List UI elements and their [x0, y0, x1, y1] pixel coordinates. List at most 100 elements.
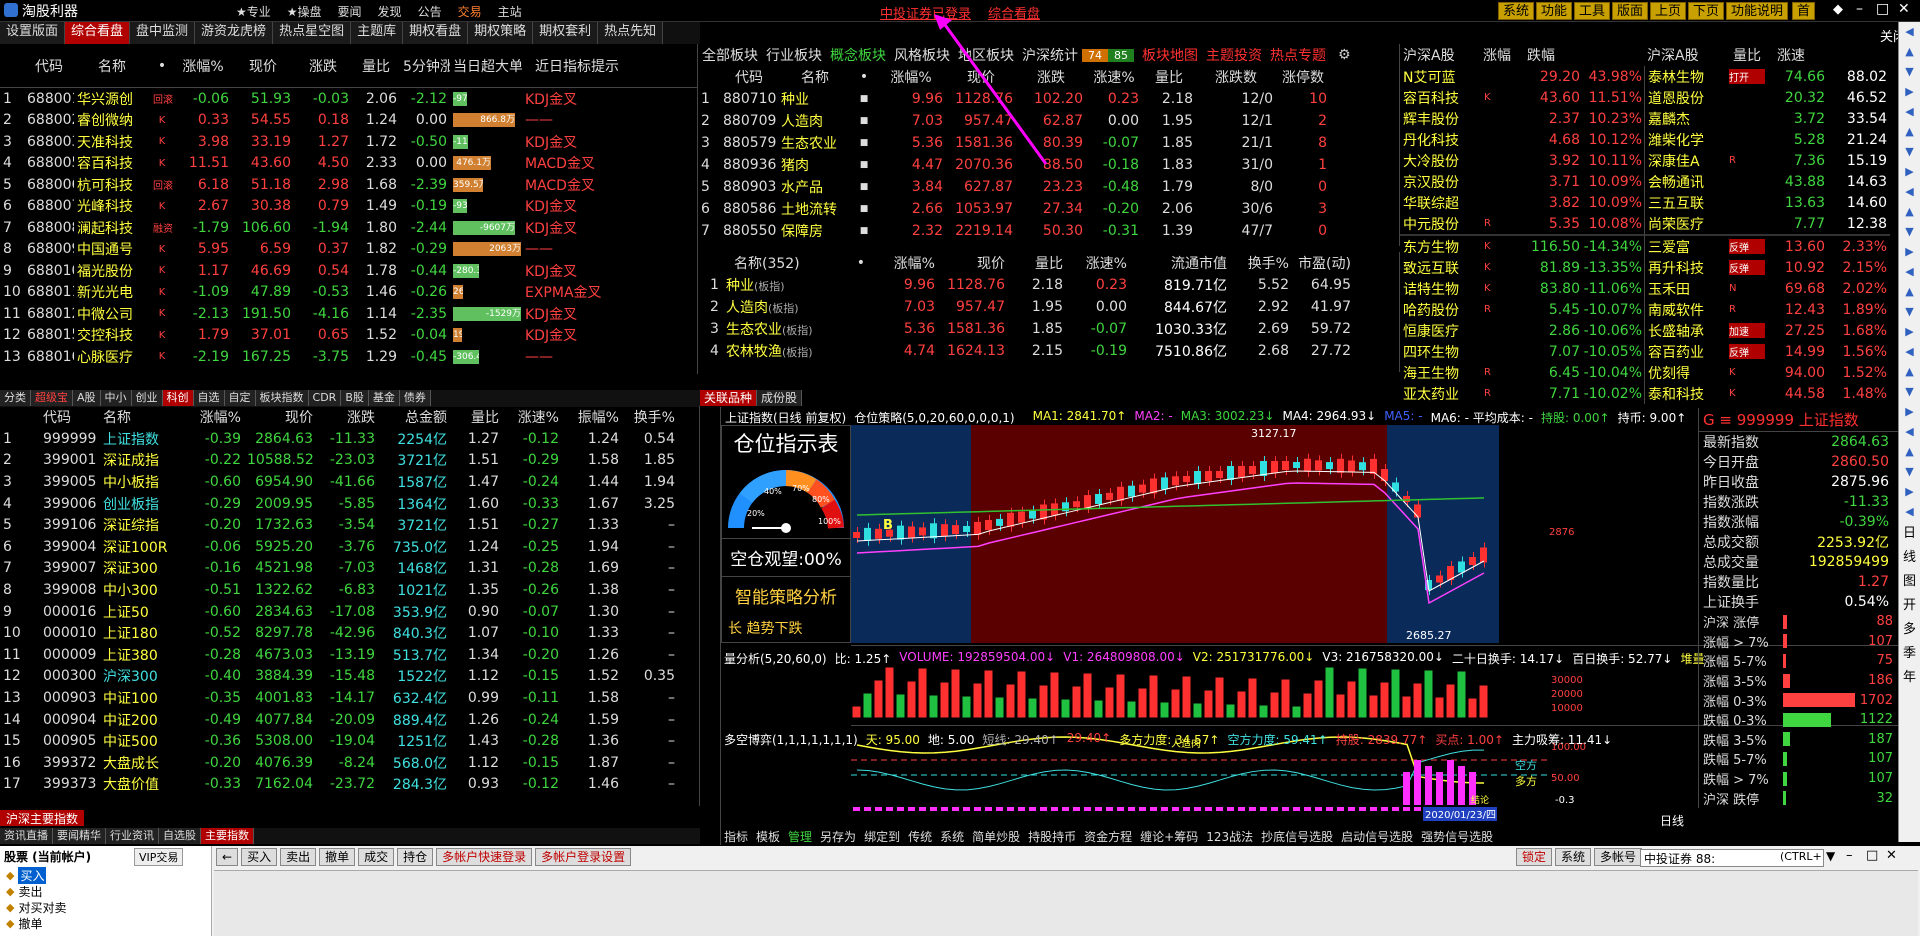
side-tool-label[interactable]: 日 — [1899, 522, 1920, 546]
indicator-tool[interactable]: 简单炒股 — [972, 828, 1020, 844]
title-menu-item[interactable]: 交易 — [458, 3, 482, 20]
side-tool-icon[interactable]: ◀ — [1899, 262, 1920, 282]
table-row[interactable]: 5 399106 深证综指 -0.20 1732.63 -3.54 3721亿 1.51 -0.… — [0, 514, 699, 536]
side-tool-icon[interactable]: ▼ — [1899, 142, 1920, 162]
close-icon[interactable]: ✕ — [1898, 1, 1910, 17]
trade-right-button[interactable]: 锁定 — [1516, 848, 1553, 866]
vip-trade-button[interactable]: VIP交易 — [134, 848, 184, 866]
table-row[interactable]: 1 999999 上证指数 -0.39 2864.63 -11.33 2254亿 1.27 -0… — [0, 428, 699, 450]
side-tool-icon[interactable]: ◀ — [1899, 102, 1920, 122]
side-tool-label[interactable]: 季 — [1899, 642, 1920, 666]
ranking-row[interactable]: 京汉股份 3.71 10.09% — [1400, 171, 1644, 192]
column-header[interactable]: 涨速% — [1066, 253, 1130, 273]
trade-right-button[interactable]: 多帐号 — [1594, 848, 1643, 866]
column-header[interactable]: 涨跌数 — [1196, 67, 1276, 87]
trade-close-icon[interactable]: ✕ — [1886, 848, 1897, 863]
trade-right-button[interactable]: 系统 — [1555, 848, 1592, 866]
indicator-tool[interactable]: 持股持币 — [1028, 828, 1076, 844]
trade-button[interactable]: 卖出 — [280, 848, 317, 866]
main-tab[interactable]: 设置版面 — [0, 22, 66, 44]
category-tab[interactable]: B股 — [341, 390, 369, 406]
category-tab[interactable]: A股 — [73, 390, 101, 406]
trade-tree-item[interactable]: ◆ 买入 — [0, 866, 211, 884]
side-tool-label[interactable]: 图 — [1899, 570, 1920, 594]
column-header[interactable]: 当日超大单 — [450, 56, 522, 76]
main-tab[interactable]: 游资龙虎榜 — [195, 22, 274, 44]
sector-tab[interactable]: 行业板块 — [762, 45, 826, 65]
news-tab[interactable]: 主要指数 — [201, 828, 254, 844]
ranking-row[interactable]: 恒康医疗 2.86 -10.06% — [1400, 320, 1644, 341]
column-header[interactable]: • — [852, 69, 876, 85]
top-button[interactable]: 上页 — [1650, 2, 1687, 20]
table-row[interactable]: 17 399373 大盘价值 -0.33 7162.04 -23.72 284.3亿 0.93… — [0, 774, 699, 796]
side-tool-icon[interactable]: ▶ — [1899, 322, 1920, 342]
category-tab[interactable]: 自选 — [193, 390, 225, 406]
table-row[interactable]: 7 880550 保障房 ■ 2.32 2219.14 50.30 -0.31 1.39 47/7… — [698, 220, 1399, 242]
table-row[interactable]: 3 399005 中小板指 -0.60 6954.90 -41.66 1587亿 1.47 -0… — [0, 471, 699, 493]
ranking-row[interactable]: 华联综超 3.82 10.09% — [1400, 192, 1644, 213]
column-header[interactable]: 换手% — [622, 407, 678, 427]
trade-button[interactable]: 成交 — [358, 848, 395, 866]
indicator-tool[interactable]: 指标 — [724, 828, 748, 844]
top-button[interactable]: 系统 — [1498, 2, 1535, 20]
column-header[interactable]: 涨速 — [1774, 45, 1834, 65]
column-header[interactable]: • — [150, 58, 174, 74]
top-button[interactable]: 工具 — [1574, 2, 1611, 20]
main-tab[interactable]: 热点星空图 — [273, 22, 352, 44]
side-tool-icon[interactable]: ▼ — [1899, 382, 1920, 402]
top-button[interactable]: 首页 — [1792, 2, 1816, 37]
side-tool-label[interactable]: 开 — [1899, 594, 1920, 618]
column-header[interactable]: 沪深A股 — [1644, 45, 1730, 65]
category-tab[interactable]: 中小 — [100, 390, 132, 406]
sector-tab[interactable]: 主题投资 — [1202, 45, 1266, 65]
column-header[interactable]: 量比 — [1730, 45, 1774, 65]
column-header[interactable]: 量比 — [1142, 67, 1196, 87]
ranking-row[interactable]: 四环生物 7.07 -10.05% — [1400, 341, 1644, 362]
table-row[interactable]: 4 688005容百科技 K 11.51 43.60 4.50 2.33 0.00 476.1万… — [0, 153, 697, 175]
table-row[interactable]: 1 688001华兴源创 回滚 -0.06 51.93 -0.03 2.06 -2.12 -97… — [0, 88, 697, 110]
trade-content-area[interactable] — [214, 870, 1918, 936]
table-row[interactable]: 11 000009 上证380 -0.28 4673.03 -13.19 513.7亿 1.3… — [0, 644, 699, 666]
column-header[interactable]: 量比 — [352, 56, 400, 76]
column-header[interactable]: 现价 — [938, 253, 1008, 273]
ranking-row[interactable]: 海王生物 R 6.45 -10.04% — [1400, 362, 1644, 383]
side-tool-icon[interactable]: ◀ — [1899, 22, 1920, 42]
table-row[interactable]: 12 688015交控科技 K 1.79 37.01 0.65 1.52 -0.04 19.4万… — [0, 325, 697, 347]
trade-tree-item[interactable]: ◆ 撤单 — [0, 915, 211, 931]
title-menu-item[interactable]: 要闻 — [338, 3, 362, 20]
title-menu-item[interactable]: ★专业 — [236, 3, 271, 20]
side-tool-icon[interactable]: ▶ — [1899, 482, 1920, 502]
table-row[interactable]: 16 399372 大盘成长 -0.20 4076.39 -8.24 568.0亿 1.12 -… — [0, 752, 699, 774]
column-header[interactable]: 跌幅 — [1524, 45, 1644, 65]
indicator-tool[interactable]: 启动信号选股 — [1341, 828, 1413, 844]
indicator-tool[interactable]: 管理 — [788, 828, 812, 844]
ranking-row[interactable]: 三爱富 反弹 13.60 2.33% — [1645, 236, 1890, 257]
sector-tab[interactable]: 热点专题 — [1266, 45, 1330, 65]
indicator-tool[interactable]: 系统 — [940, 828, 964, 844]
column-header[interactable]: • — [828, 255, 868, 271]
table-row[interactable]: 6 880586 土地流转 ■ 2.66 1053.97 27.34 -0.20 2.06 30/… — [698, 198, 1399, 220]
indicator-tool[interactable]: 123战法 — [1206, 828, 1253, 844]
title-menu-item[interactable]: 发现 — [378, 3, 402, 20]
ranking-row[interactable]: N艾可蓝 29.20 43.98% — [1400, 66, 1644, 87]
side-tool-icon[interactable]: ▲ — [1899, 282, 1920, 302]
ranking-row[interactable]: 容百科技 K 43.60 11.51% — [1400, 87, 1644, 108]
column-header[interactable]: 涨幅% — [186, 407, 244, 427]
ranking-row[interactable]: 泰林生物 打开 74.66 88.02 — [1645, 66, 1890, 87]
trade-minimize-icon[interactable]: – — [1846, 848, 1853, 863]
ranking-row[interactable]: 诘特生物 K 83.80 -11.06% — [1400, 278, 1644, 299]
side-tool-label[interactable]: 多 — [1899, 618, 1920, 642]
column-header[interactable]: 代码 — [24, 56, 74, 76]
side-tool-icon[interactable]: ▼ — [1899, 62, 1920, 82]
ranking-row[interactable]: 潍柴化学 5.28 21.24 — [1645, 129, 1890, 150]
column-header[interactable]: 涨速% — [502, 407, 562, 427]
index-subtitle[interactable]: 沪深主要指数 — [0, 810, 85, 826]
category-tab[interactable]: CDR — [308, 390, 342, 406]
column-header[interactable]: 代码 — [40, 407, 100, 427]
column-header[interactable]: 涨幅% — [174, 56, 232, 76]
category-tab[interactable]: 分类 — [0, 390, 31, 406]
ranking-row[interactable]: 容百药业 反弹 14.99 1.56% — [1645, 341, 1890, 362]
table-row[interactable]: 6 399004 深证100R -0.06 5925.20 -3.76 735.0亿 1.24… — [0, 536, 699, 558]
trade-button[interactable]: 买入 — [241, 848, 278, 866]
category-tab[interactable]: 自定 — [224, 390, 256, 406]
